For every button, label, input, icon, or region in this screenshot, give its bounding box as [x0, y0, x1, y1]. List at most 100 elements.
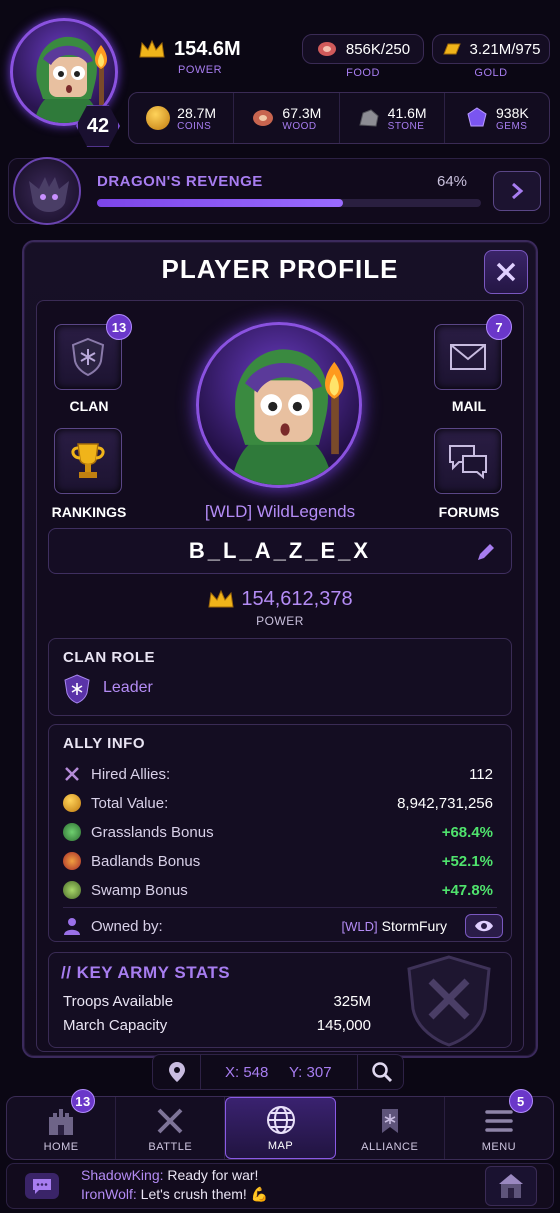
clan-shield-icon [71, 337, 105, 377]
ally-info-box: ALLY INFO Hired Allies: 112 Total Value:… [48, 724, 512, 942]
quest-banner[interactable]: DRAGON'S REVENGE 64% [8, 157, 550, 225]
close-button[interactable] [484, 250, 528, 294]
dragon-avatar [13, 157, 81, 225]
badlands-icon [63, 852, 81, 870]
temple-icon [499, 1174, 523, 1198]
swamp-icon [63, 881, 81, 899]
owned-by-label: Owned by: [91, 917, 163, 935]
nav-alliance-label: ALLIANCE [361, 1141, 419, 1153]
hamburger-menu-icon [485, 1110, 513, 1132]
coin-icon [63, 794, 81, 812]
troops-value: 325M [333, 993, 371, 1010]
trophy-icon [71, 443, 105, 478]
ally-row-swamp: Swamp Bonus +47.8% [63, 879, 493, 901]
ally-row-label: Total Value: [91, 794, 169, 812]
profile-panel: PLAYER PROFILE 13 CLAN RANKINGS 7 MAIL F… [22, 240, 538, 1058]
march-label: March Capacity [63, 1017, 168, 1034]
player-name: B_L_A_Z_E_X [188, 538, 372, 563]
rankings-button[interactable] [54, 428, 122, 494]
coins-value: 28.7M [177, 104, 217, 121]
nav-home[interactable]: HOME 13 [7, 1089, 117, 1159]
profile-avatar [196, 322, 362, 488]
divider [63, 907, 497, 908]
profile-title: PLAYER PROFILE [161, 254, 399, 284]
nav-alliance[interactable]: ALLIANCE [336, 1097, 445, 1159]
ally-row-label: Badlands Bonus [91, 852, 201, 870]
meat-icon [317, 42, 336, 56]
gems-value: 938K [496, 104, 529, 121]
coin-icon [146, 106, 171, 130]
chat-user[interactable]: IronWolf: [81, 1186, 137, 1202]
swords-icon [157, 1108, 183, 1134]
profile-power-value: 154,612,378 [241, 588, 353, 610]
nav-map[interactable]: MAP [225, 1097, 336, 1159]
banner-icon [381, 1109, 398, 1133]
coordinates-bar: X: 548 Y: 307 [152, 1054, 404, 1090]
ally-row-total: Total Value: 8,942,731,256 [63, 792, 493, 814]
chat-home-button[interactable] [485, 1166, 537, 1206]
chevron-right-icon [512, 182, 524, 200]
food-stat[interactable]: 856K/250 FOOD [302, 34, 424, 79]
quest-progress-fill [97, 199, 343, 207]
forums-icon [449, 445, 487, 479]
resources-bar: 28.7M COINS 67.3M WOOD 41.6M STONE 938K GEMS [128, 92, 550, 144]
gems-resource[interactable]: 938K GEMS [445, 93, 549, 143]
gold-stat[interactable]: 3.21M/975 GOLD [432, 34, 550, 79]
grass-icon [63, 823, 81, 841]
quest-progress-track [97, 199, 481, 207]
chat-message: IronWolf: Let's crush them! 💪 [81, 1186, 268, 1203]
player-level: 42 [86, 114, 110, 137]
power-value: 154.6M [174, 38, 241, 60]
leader-shield-icon [64, 674, 90, 704]
ally-row-value: +68.4% [441, 823, 493, 841]
chat-text: Let's crush them! 💪 [140, 1186, 269, 1202]
clan-role-title: CLAN ROLE [63, 649, 155, 666]
nav-battle-label: BATTLE [148, 1141, 193, 1153]
wood-label: WOOD [282, 120, 317, 132]
bottom-nav: HOME 13 BATTLE MAP ALLIANCE MENU 5 [6, 1089, 554, 1160]
dragon-icon [29, 177, 69, 212]
clan-label: CLAN [69, 398, 109, 414]
search-button[interactable] [357, 1055, 405, 1089]
food-pill[interactable]: 856K/250 [302, 34, 424, 64]
ally-row-value: 112 [469, 765, 493, 783]
profile-power: 154,612,378 [24, 588, 536, 611]
mail-label: MAIL [451, 398, 487, 414]
nav-battle[interactable]: BATTLE [116, 1097, 226, 1159]
gold-label: GOLD [474, 67, 508, 79]
nav-map-label: MAP [267, 1140, 294, 1152]
army-stats-title: // KEY ARMY STATS [61, 963, 231, 982]
power-stat: 154.6M POWER [138, 38, 258, 76]
army-stats-box: // KEY ARMY STATS Troops Available 325M … [48, 952, 512, 1048]
chat-user[interactable]: ShadowKing: [81, 1167, 164, 1183]
player-name-field: B_L_A_Z_E_X [48, 528, 512, 574]
crown-icon [139, 39, 165, 57]
gold-pill[interactable]: 3.21M/975 [432, 34, 550, 64]
mail-icon [450, 344, 486, 370]
chat-button[interactable] [25, 1173, 59, 1199]
chat-message: ShadowKing: Ready for war! [81, 1167, 258, 1183]
clan-tag-name[interactable]: [WLD] WildLegends [24, 502, 536, 522]
nav-menu[interactable]: MENU 5 [445, 1089, 553, 1159]
quest-percent: 64% [437, 173, 468, 190]
chat-bar[interactable]: ShadowKing: Ready for war! IronWolf: Let… [6, 1163, 554, 1209]
wood-resource[interactable]: 67.3M WOOD [234, 93, 340, 143]
coins-resource[interactable]: 28.7M COINS [129, 93, 235, 143]
stone-value: 41.6M [387, 104, 427, 121]
gold-bar-icon [442, 43, 461, 55]
home-badge: 13 [71, 1089, 95, 1113]
food-value: 856K/250 [345, 40, 411, 58]
crossed-swords-shield-icon [407, 955, 491, 1047]
view-owner-button[interactable] [465, 914, 503, 938]
stone-resource[interactable]: 41.6M STONE [340, 93, 445, 143]
troops-label: Troops Available [63, 993, 174, 1010]
location-button[interactable] [153, 1055, 201, 1089]
quest-next-button[interactable] [493, 171, 541, 211]
crown-icon [208, 589, 234, 607]
owner-name[interactable]: StormFury [382, 918, 447, 934]
nav-home-label: HOME [43, 1141, 79, 1153]
pencil-edit-icon[interactable] [475, 541, 497, 563]
menu-badge: 5 [508, 1089, 533, 1113]
forums-button[interactable] [434, 428, 502, 494]
map-pin-icon [168, 1062, 185, 1082]
